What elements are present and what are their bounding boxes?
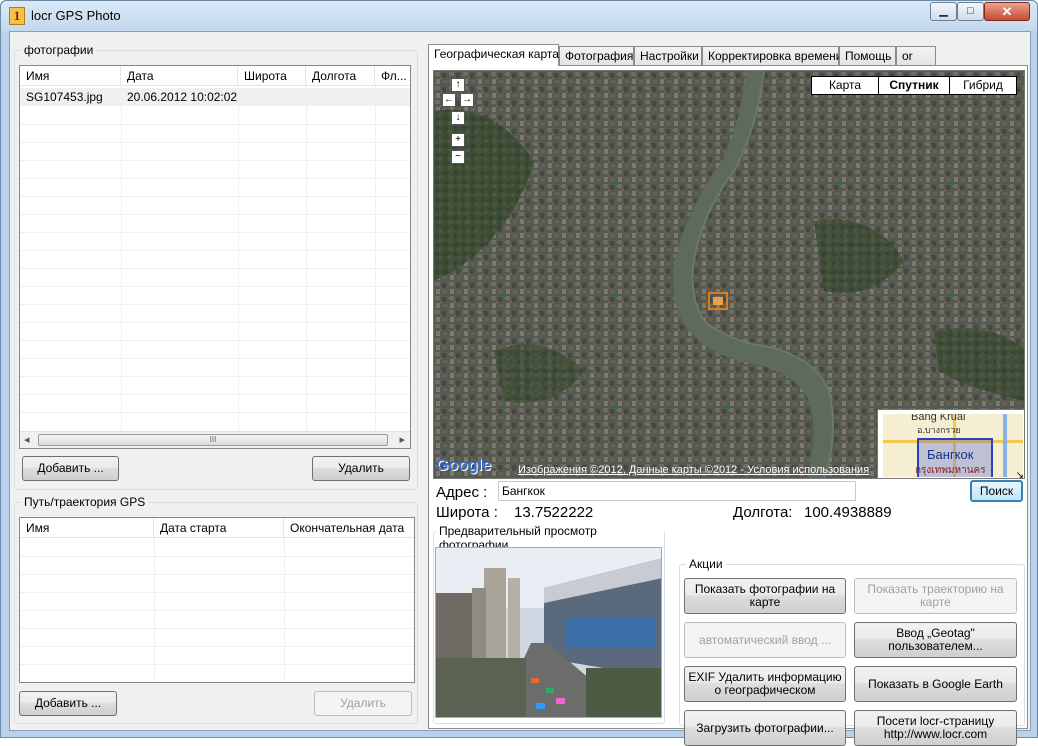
pan-left-icon[interactable]: ←: [442, 93, 456, 107]
overview-map[interactable]: Bang Kruai อ.บางกรวย Бангкок กรุงเทพมหาน…: [877, 409, 1024, 478]
pan-down-icon[interactable]: ↓: [451, 111, 465, 125]
client-area: фотографии Имя Дата Широта Долгота Фл...…: [9, 31, 1031, 746]
address-label: Адрес :: [436, 484, 488, 501]
track-group-title: Путь/траектория GPS: [21, 495, 149, 509]
overview-label-bang-kruai: Bang Kruai: [911, 414, 966, 423]
add-track-button[interactable]: Добавить ...: [19, 691, 117, 716]
table-row[interactable]: SG107453.jpg 20.06.2012 10:02:02: [20, 88, 410, 106]
satellite-map[interactable]: Карта Спутник Гибрид ↑ ← → ↓ + − Google …: [433, 70, 1025, 479]
column-header-date[interactable]: Дата: [121, 66, 238, 86]
map-attribution-link[interactable]: Изображения ©2012, Данные карты ©2012 - …: [518, 464, 869, 476]
close-button[interactable]: ✕: [984, 2, 1030, 21]
photo-name-cell: SG107453.jpg: [26, 90, 103, 104]
maximize-icon: □: [967, 5, 974, 17]
tab-map[interactable]: Географическая карта: [428, 44, 559, 66]
show-photos-on-map-button[interactable]: Показать фотографии на карте: [684, 578, 846, 614]
photo-date-cell: 20.06.2012 10:02:02: [127, 90, 238, 104]
photos-group-title: фотографии: [21, 43, 97, 57]
app-logo-icon: 1: [9, 7, 25, 25]
latitude-label: Широта :: [436, 504, 498, 521]
maximize-button[interactable]: □: [957, 2, 984, 21]
map-type-hybrid-button[interactable]: Гибрид: [949, 76, 1017, 95]
overview-city-thai-label: กรุงเทพมหานคร: [915, 465, 986, 476]
track-list[interactable]: Имя Дата старта Окончательная дата: [19, 517, 415, 683]
column-header-latitude[interactable]: Широта: [238, 66, 306, 86]
tab-other[interactable]: or: [896, 46, 936, 66]
map-type-satellite-button[interactable]: Спутник: [878, 76, 950, 95]
window-title: locr GPS Photo: [31, 8, 121, 23]
column-header-flag[interactable]: Фл...: [375, 66, 410, 86]
column-header-name[interactable]: Имя: [20, 66, 121, 86]
address-input[interactable]: Бангкок: [498, 481, 856, 501]
photo-preview[interactable]: [435, 547, 662, 718]
scroll-left-icon[interactable]: ◂: [24, 433, 30, 446]
map-tab-panel: Карта Спутник Гибрид ↑ ← → ↓ + − Google …: [428, 65, 1028, 746]
photos-list[interactable]: Имя Дата Широта Долгота Фл... SG107453.j…: [19, 65, 411, 449]
map-type-map-button[interactable]: Карта: [811, 76, 879, 95]
column-header-longitude[interactable]: Долгота: [306, 66, 375, 86]
app-window: 1 locr GPS Photo ▁ □ ✕ фотографии Имя Да…: [0, 0, 1038, 746]
longitude-value: 100.4938889: [804, 504, 892, 521]
zoom-out-icon[interactable]: −: [451, 150, 465, 164]
photos-horizontal-scrollbar[interactable]: ◂ III ▸: [20, 431, 410, 448]
column-header-track-name[interactable]: Имя: [20, 518, 154, 538]
tab-time-correction[interactable]: Корректировка времени: [702, 46, 843, 66]
add-photo-button[interactable]: Добавить ...: [22, 456, 119, 481]
overview-map-canvas: Bang Kruai อ.บางกรวย Бангкок กรุงเทพมหาน…: [883, 414, 1023, 477]
photo-preview-image: [436, 548, 661, 717]
column-header-start-date[interactable]: Дата старта: [154, 518, 284, 538]
overview-label-bang-kruai-thai: อ.บางกรวย: [917, 425, 961, 435]
latitude-value: 13.7522222: [514, 504, 594, 521]
zoom-in-icon[interactable]: +: [451, 133, 465, 147]
pan-up-icon[interactable]: ↑: [451, 78, 465, 92]
google-earth-button[interactable]: Показать в Google Earth: [854, 666, 1017, 702]
scroll-thumb[interactable]: III: [38, 434, 388, 446]
minimize-icon: ▁: [939, 5, 948, 17]
title-bar[interactable]: 1 locr GPS Photo ▁ □ ✕: [1, 1, 1037, 31]
overview-city-label: Бангкок: [927, 447, 974, 462]
delete-photo-button[interactable]: Удалить: [312, 456, 410, 481]
tab-photo[interactable]: Фотография: [559, 46, 634, 66]
auto-input-button[interactable]: автоматический ввод ...: [684, 622, 846, 658]
visit-locr-button[interactable]: Посети locr-страницу http://www.locr.com: [854, 710, 1017, 746]
overview-toggle-icon[interactable]: ↘: [1016, 470, 1024, 478]
geotag-input-button[interactable]: Ввод „Geotag" пользователем...: [854, 622, 1017, 658]
tab-help[interactable]: Помощь: [839, 46, 896, 66]
pan-right-icon[interactable]: →: [460, 93, 474, 107]
longitude-label: Долгота:: [733, 504, 793, 521]
scroll-right-icon[interactable]: ▸: [399, 433, 405, 446]
track-list-header: Имя Дата старта Окончательная дата: [20, 518, 414, 538]
minimize-button[interactable]: ▁: [930, 2, 957, 21]
search-button[interactable]: Поиск: [970, 480, 1023, 502]
exif-delete-button[interactable]: EXIF Удалить информацию о географическом: [684, 666, 846, 702]
google-logo: Google: [436, 457, 492, 474]
tab-settings[interactable]: Настройки: [634, 46, 702, 66]
photos-list-header: Имя Дата Широта Долгота Фл...: [20, 66, 410, 86]
show-track-on-map-button[interactable]: Показать траекторию на карте: [854, 578, 1017, 614]
close-icon: ✕: [1001, 4, 1013, 19]
upload-photos-button[interactable]: Загрузить фотографии...: [684, 710, 846, 746]
actions-group-title: Акции: [686, 557, 726, 571]
delete-track-button[interactable]: Удалить: [314, 691, 412, 716]
column-header-end-date[interactable]: Окончательная дата: [284, 518, 414, 538]
